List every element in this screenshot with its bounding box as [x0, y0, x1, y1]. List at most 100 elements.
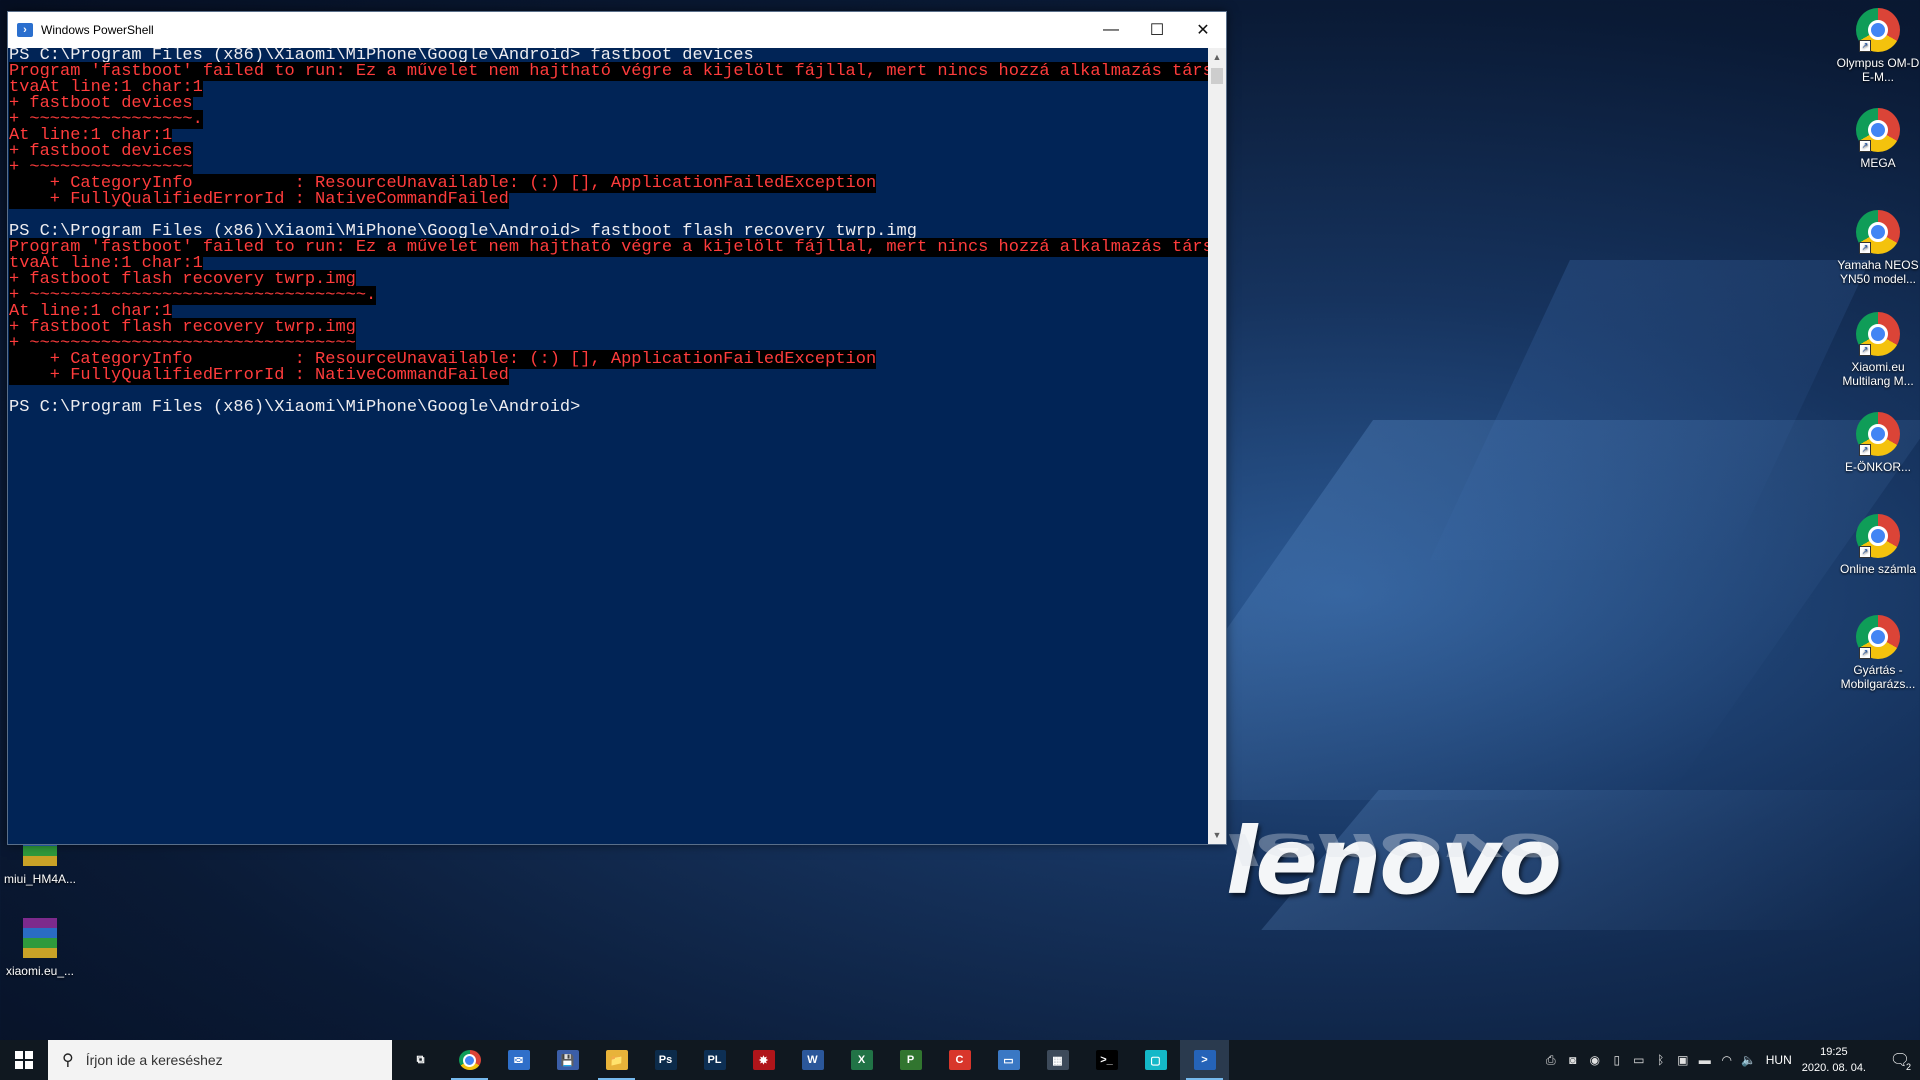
desktop-file-label: xiaomi.eu_... — [5, 964, 75, 978]
shortcut-arrow-icon: ↗ — [1859, 242, 1871, 254]
bluetooth-icon[interactable]: ᛒ — [1650, 1053, 1672, 1067]
desktop-shortcut-label: Xiaomi.eu Multilang M... — [1842, 360, 1914, 388]
display-icon[interactable]: ▭ — [1628, 1053, 1650, 1067]
pl-icon: PL — [703, 1050, 726, 1070]
taskbar-app-pl[interactable]: PL — [690, 1040, 739, 1080]
desktop-shortcut[interactable]: ↗ Olympus OM-D E-M... — [1835, 8, 1920, 84]
title-bar[interactable]: › Windows PowerShell — ☐ ✕ — [8, 12, 1226, 48]
printer-icon[interactable]: ⎙ — [1540, 1053, 1562, 1068]
camera-icon[interactable]: ◙ — [1562, 1053, 1584, 1067]
winrar-icon — [17, 918, 63, 960]
taskbar-app-save[interactable]: 💾 — [543, 1040, 592, 1080]
chrome-icon: ↗ — [1856, 514, 1900, 558]
console-line: + ~~~~~~~~~~~~~~~~. — [8, 110, 1208, 129]
taskbar-apps: ⧉ ✉ 💾 📁 Ps PL ✸ W X P C ▭ ▦ >_ ▢ > — [396, 1040, 1229, 1080]
search-input[interactable] — [83, 1051, 368, 1069]
cyan-app-icon: ▢ — [1144, 1050, 1167, 1070]
network-app-icon[interactable]: ▣ — [1672, 1053, 1694, 1067]
desktop-shortcut-label: MEGA — [1860, 156, 1896, 170]
system-tray: ⎙ ◙ ◉ ▯ ▭ ᛒ ▣ ▬ ◠ 🔈 HUN 19:25 2020. 08. … — [1540, 1040, 1920, 1080]
notification-center-button[interactable]: 🗨 2 — [1880, 1040, 1920, 1080]
chrome-icon — [458, 1050, 481, 1070]
taskbar-app-calculator[interactable]: ▦ — [1033, 1040, 1082, 1080]
file-explorer-icon: 📁 — [605, 1050, 628, 1070]
project-icon: P — [899, 1050, 922, 1070]
taskbar-app-red-app[interactable]: ✸ — [739, 1040, 788, 1080]
taskbar-app-cyan-app[interactable]: ▢ — [1131, 1040, 1180, 1080]
powershell-icon: › — [17, 23, 33, 37]
battery-icon[interactable]: ▬ — [1694, 1053, 1716, 1067]
shortcut-arrow-icon: ↗ — [1859, 344, 1871, 356]
taskbar: ⚲ ⧉ ✉ 💾 📁 Ps PL ✸ W X P C ▭ ▦ >_ ▢ > ⎙ ◙ ◉ ▯ ▭ ᛒ ▣ ▬ ◠ … — [0, 1040, 1920, 1080]
desktop-shortcut-label: Olympus OM-D E-M... — [1836, 56, 1920, 84]
shortcut-arrow-icon: ↗ — [1859, 40, 1871, 52]
desktop-shortcut[interactable]: ↗ Yamaha NEOS YN50 model... — [1835, 210, 1920, 286]
taskbar-app-remote-desktop[interactable]: ▭ — [984, 1040, 1033, 1080]
lenovo-logo-reflection: lenovo — [1226, 823, 1560, 872]
scroll-up-icon[interactable]: ▲ — [1208, 48, 1226, 66]
window-title: Windows PowerShell — [41, 23, 154, 37]
vertical-scrollbar[interactable]: ▲ ▼ — [1208, 48, 1226, 844]
cmd-icon: >_ — [1095, 1050, 1118, 1070]
taskbar-app-ccleaner[interactable]: C — [935, 1040, 984, 1080]
chrome-icon: ↗ — [1856, 615, 1900, 659]
taskbar-app-powershell[interactable]: > — [1180, 1040, 1229, 1080]
red-app-icon: ✸ — [752, 1050, 775, 1070]
calculator-icon: ▦ — [1046, 1050, 1069, 1070]
taskbar-app-chrome[interactable] — [445, 1040, 494, 1080]
language-indicator[interactable]: HUN — [1766, 1053, 1792, 1067]
taskbar-app-word[interactable]: W — [788, 1040, 837, 1080]
taskbar-app-cmd[interactable]: >_ — [1082, 1040, 1131, 1080]
taskbar-app-excel[interactable]: X — [837, 1040, 886, 1080]
wifi-icon[interactable]: ◠ — [1716, 1053, 1738, 1067]
powershell-window[interactable]: › Windows PowerShell — ☐ ✕ PS C:\Program… — [7, 11, 1227, 845]
desktop-shortcut-label: Online számla — [1839, 562, 1917, 576]
taskbar-app-thunderbird[interactable]: ✉ — [494, 1040, 543, 1080]
clock[interactable]: 19:25 2020. 08. 04. — [1802, 1044, 1866, 1076]
remote-desktop-icon: ▭ — [997, 1050, 1020, 1070]
desktop-shortcut[interactable]: ↗ Xiaomi.eu Multilang M... — [1835, 312, 1920, 388]
console-line-text: + FullyQualifiedErrorId : NativeCommandF… — [9, 366, 509, 385]
wallpaper-streak — [1106, 420, 1920, 800]
desktop-file[interactable]: xiaomi.eu_... — [0, 918, 83, 978]
desktop-shortcut[interactable]: ↗ Gyártás - Mobilgarázs... — [1835, 615, 1920, 691]
excel-icon: X — [850, 1050, 873, 1070]
console-line: + FullyQualifiedErrorId : NativeCommandF… — [8, 366, 1208, 385]
maximize-button[interactable]: ☐ — [1134, 12, 1180, 48]
start-button[interactable] — [0, 1040, 48, 1080]
wallpaper-streak — [1430, 260, 1870, 560]
console-line: + FullyQualifiedErrorId : NativeCommandF… — [8, 190, 1208, 209]
taskbar-app-project[interactable]: P — [886, 1040, 935, 1080]
close-button[interactable]: ✕ — [1180, 12, 1226, 48]
sync-icon[interactable]: ◉ — [1584, 1053, 1606, 1067]
chrome-icon: ↗ — [1856, 312, 1900, 356]
taskbar-search[interactable]: ⚲ — [48, 1040, 392, 1080]
chrome-icon: ↗ — [1856, 108, 1900, 152]
desktop-shortcut-label: E-ÖNKOR... — [1844, 460, 1911, 474]
notification-count: 2 — [1905, 1062, 1911, 1072]
volume-icon[interactable]: 🔈 — [1738, 1053, 1760, 1067]
taskbar-app-file-explorer[interactable]: 📁 — [592, 1040, 641, 1080]
taskbar-app-task-view[interactable]: ⧉ — [396, 1040, 445, 1080]
console-line: + ~~~~~~~~~~~~~~~~~~~~~~~~~~~~~~~~~. — [8, 286, 1208, 305]
shortcut-arrow-icon: ↗ — [1859, 140, 1871, 152]
scroll-thumb[interactable] — [1211, 68, 1223, 84]
word-icon: W — [801, 1050, 824, 1070]
save-icon: 💾 — [556, 1050, 579, 1070]
desktop-shortcut[interactable]: ↗ MEGA — [1835, 108, 1920, 170]
console-output[interactable]: PS C:\Program Files (x86)\Xiaomi\MiPhone… — [8, 48, 1208, 844]
task-view-icon: ⧉ — [409, 1050, 432, 1070]
usb-icon[interactable]: ▯ — [1606, 1053, 1628, 1067]
shortcut-arrow-icon: ↗ — [1859, 444, 1871, 456]
taskbar-app-photoshop[interactable]: Ps — [641, 1040, 690, 1080]
desktop-shortcut[interactable]: ↗ E-ÖNKOR... — [1835, 412, 1920, 474]
scroll-down-icon[interactable]: ▼ — [1208, 826, 1226, 844]
shortcut-arrow-icon: ↗ — [1859, 647, 1871, 659]
desktop-shortcut-label: Yamaha NEOS YN50 model... — [1837, 258, 1919, 286]
desktop-file-label: miui_HM4A... — [3, 872, 77, 886]
window-controls: — ☐ ✕ — [1088, 12, 1226, 48]
thunderbird-icon: ✉ — [507, 1050, 530, 1070]
shortcut-arrow-icon: ↗ — [1859, 546, 1871, 558]
desktop-shortcut[interactable]: ↗ Online számla — [1835, 514, 1920, 576]
minimize-button[interactable]: — — [1088, 12, 1134, 48]
